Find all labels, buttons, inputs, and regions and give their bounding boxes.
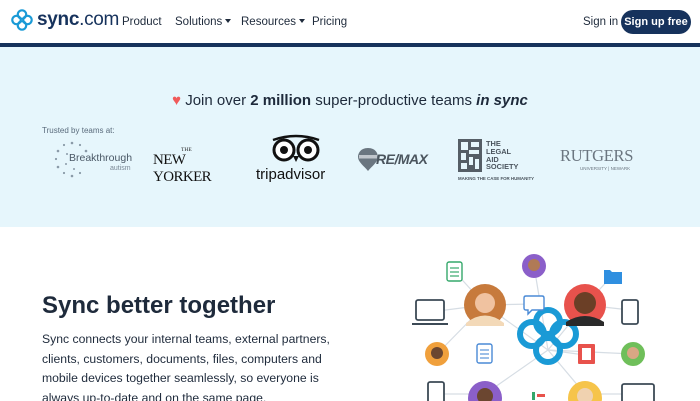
avatar-man-glasses [564, 284, 606, 326]
trusted-label: Trusted by teams at: [42, 126, 115, 135]
rutgers-logo: RUTGERS UNIVERSITY | NEWARK [560, 146, 634, 171]
hero-title: Sync better together [42, 292, 276, 319]
remax-logo: RE/MAX [357, 147, 439, 177]
spreadsheet-icon [446, 261, 463, 282]
top-navbar: sync.com Product Solutions Resources Pri… [0, 0, 700, 43]
folder-icon [604, 270, 622, 284]
legal-aid-mark-icon [458, 139, 482, 172]
laptop-icon [412, 299, 448, 325]
nav-solutions[interactable]: Solutions [175, 16, 232, 28]
nav-product[interactable]: Product [122, 16, 162, 28]
document-icon [476, 343, 493, 364]
sync-logo[interactable]: sync.com [11, 9, 119, 31]
trust-band [0, 47, 700, 227]
owl-icon [272, 134, 320, 162]
logo-text: sync.com [37, 9, 120, 30]
trust-headline: ♥ Join over 2 million super-productive t… [172, 92, 528, 109]
phone-icon [621, 299, 639, 325]
breakthrough-logo: Breakthrough autism [52, 140, 138, 180]
hero-body: Sync connects your internal teams, exter… [42, 332, 330, 401]
page: { "nav": { "logo_text": "sync", "logo_su… [0, 0, 700, 401]
team-network-illustration [412, 254, 655, 401]
avatar-woman-green [621, 342, 645, 366]
avatar-man-purple [522, 254, 546, 278]
chevron-down-icon [225, 19, 232, 23]
slack-icon [532, 392, 545, 400]
chevron-down-icon [298, 19, 305, 23]
avatar-woman-red-hair [464, 284, 506, 326]
tripadvisor-logo: tripadvisor [254, 134, 338, 186]
tablet-icon-left [427, 381, 445, 401]
sign-up-button[interactable]: Sign up free [621, 10, 691, 34]
avatar-bottom-left [468, 381, 502, 401]
avatar-bottom-right [568, 381, 602, 401]
sync-logo-icon [11, 9, 33, 31]
nav-pricing[interactable]: Pricing [312, 16, 347, 28]
heart-icon: ♥ [172, 92, 182, 109]
tablet-icon-right [621, 383, 655, 401]
sign-in-link[interactable]: Sign in [583, 16, 618, 28]
office-icon [578, 344, 595, 364]
new-yorker-logo: THE NEW YORKER [153, 147, 212, 185]
avatar-man-orange [425, 342, 449, 366]
legal-aid-society-logo: THE LEGAL AID SOCIETY MAKING THE CASE FO… [458, 139, 535, 181]
nav-resources[interactable]: Resources [241, 16, 305, 28]
